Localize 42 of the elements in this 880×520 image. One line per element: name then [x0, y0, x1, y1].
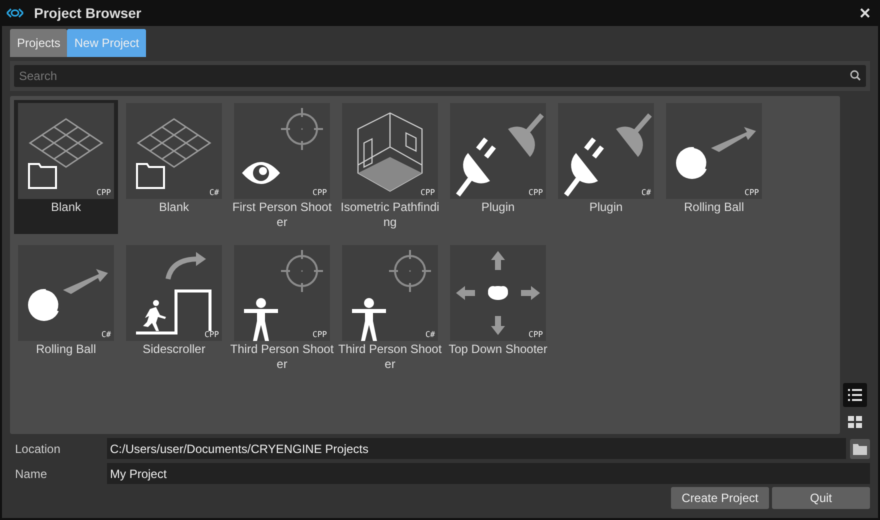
template-name: Isometric Pathfinding [340, 200, 440, 230]
template-tile[interactable]: CPP Blank [14, 100, 118, 234]
language-tag: CPP [204, 331, 219, 339]
folder-icon [853, 442, 867, 454]
list-icon [848, 389, 862, 401]
template-name: Top Down Shooter [448, 342, 548, 357]
template-name: Blank [158, 200, 190, 215]
language-tag: C# [641, 189, 651, 197]
template-name: Rolling Ball [682, 200, 746, 215]
grid-icon [848, 416, 862, 428]
language-tag: CPP [528, 189, 543, 197]
template-name: Plugin [480, 200, 516, 215]
language-tag: CPP [528, 331, 543, 339]
template-name: Third Person Shooter [230, 342, 334, 372]
language-tag: C# [209, 189, 219, 197]
template-name: Rolling Ball [34, 342, 98, 357]
language-tag: C# [101, 331, 111, 339]
language-tag: C# [425, 331, 435, 339]
template-name: Blank [50, 200, 82, 215]
window-title: Project Browser [34, 4, 142, 23]
location-field[interactable]: C:/Users/user/Documents/CRYENGINE Projects [107, 438, 846, 459]
location-label: Location [14, 440, 62, 458]
browse-folder-button[interactable] [850, 438, 870, 458]
action-button[interactable]: Create Project [671, 487, 769, 509]
template-name: First Person Shooter [231, 200, 333, 230]
view-toggle-button[interactable] [843, 383, 867, 407]
language-tag: CPP [744, 189, 759, 197]
search-icon [850, 70, 861, 81]
close-icon [860, 8, 870, 18]
template-name: Sidescroller [142, 342, 206, 357]
language-tag: CPP [96, 189, 111, 197]
template-name: Third Person Shooter [338, 342, 442, 372]
name-label: Name [14, 466, 48, 482]
tab[interactable]: Projects [10, 29, 68, 57]
eye-logo-icon [6, 8, 24, 18]
language-tag: CPP [312, 189, 327, 197]
action-button[interactable]: Quit [772, 487, 870, 509]
language-tag: CPP [312, 331, 327, 339]
name-field[interactable]: My Project [107, 463, 870, 484]
template-name: Plugin [588, 200, 624, 215]
search-field[interactable]: Search [14, 65, 866, 87]
language-tag: CPP [420, 189, 435, 197]
